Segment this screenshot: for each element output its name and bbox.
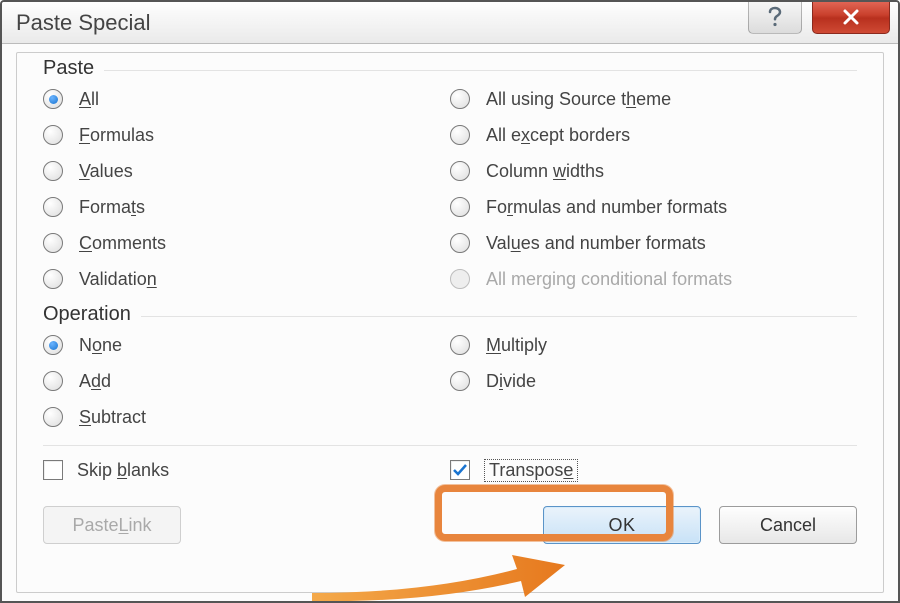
radio-label: All except borders — [486, 125, 630, 146]
radio-label: Comments — [79, 233, 166, 254]
radio-icon — [450, 335, 470, 355]
radio-icon — [43, 269, 63, 289]
radio-icon — [450, 233, 470, 253]
paste-group: Paste All Formulas Values Formats Comments Va… — [43, 59, 857, 297]
radio-label: Subtract — [79, 407, 146, 428]
dialog-window: Paste Special Paste All Formulas Values For… — [0, 0, 900, 603]
radio-icon — [43, 125, 63, 145]
paste-link-button: Paste Link — [43, 506, 181, 544]
paste-radio[interactable]: Column widths — [450, 153, 857, 189]
radio-icon — [43, 371, 63, 391]
radio-label: Values — [79, 161, 133, 182]
transpose-checkbox[interactable]: Transpose — [450, 452, 857, 488]
paste-radio[interactable]: Values — [43, 153, 450, 189]
radio-label: Formats — [79, 197, 145, 218]
paste-radio[interactable]: All using Source theme — [450, 81, 857, 117]
radio-icon — [43, 233, 63, 253]
titlebar-buttons — [748, 0, 898, 34]
radio-icon — [450, 197, 470, 217]
checkbox-icon — [450, 460, 470, 480]
operation-radio[interactable]: None — [43, 327, 450, 363]
radio-icon — [43, 335, 63, 355]
radio-icon — [43, 89, 63, 109]
radio-icon — [450, 269, 470, 289]
operation-group-label: Operation — [43, 303, 141, 326]
radio-label: None — [79, 335, 122, 356]
close-button[interactable] — [812, 0, 890, 34]
paste-group-label: Paste — [43, 57, 104, 80]
help-button[interactable] — [748, 0, 802, 34]
transpose-label: Transpose — [484, 459, 578, 482]
paste-radio: All merging conditional formats — [450, 261, 857, 297]
radio-icon — [43, 161, 63, 181]
operation-radio[interactable]: Subtract — [43, 399, 450, 435]
paste-radio[interactable]: Comments — [43, 225, 450, 261]
radio-label: Formulas — [79, 125, 154, 146]
radio-label: Column widths — [486, 161, 604, 182]
paste-radio[interactable]: Values and number formats — [450, 225, 857, 261]
paste-radio[interactable]: Formats — [43, 189, 450, 225]
operation-group: Operation None Add Subtract Multiply Divide — [43, 305, 857, 435]
radio-icon — [450, 161, 470, 181]
checkbox-icon — [43, 460, 63, 480]
operation-radio[interactable]: Add — [43, 363, 450, 399]
radio-label: Values and number formats — [486, 233, 706, 254]
paste-radio[interactable]: Formulas — [43, 117, 450, 153]
radio-label: Divide — [486, 371, 536, 392]
radio-label: Multiply — [486, 335, 547, 356]
paste-radio[interactable]: Validation — [43, 261, 450, 297]
dialog-content: Paste All Formulas Values Formats Comments Va… — [16, 52, 884, 593]
operation-radio[interactable]: Divide — [450, 363, 857, 399]
window-title: Paste Special — [16, 10, 151, 36]
radio-label: Formulas and number formats — [486, 197, 727, 218]
annotation-arrow — [307, 545, 567, 603]
options-row: Skip blanks Transpose — [43, 452, 857, 488]
radio-icon — [43, 407, 63, 427]
skip-blanks-label: Skip blanks — [77, 460, 169, 481]
cancel-button[interactable]: Cancel — [719, 506, 857, 544]
radio-icon — [450, 125, 470, 145]
radio-label: All — [79, 89, 99, 110]
radio-icon — [450, 371, 470, 391]
help-icon — [766, 6, 784, 28]
paste-radio[interactable]: All — [43, 81, 450, 117]
radio-label: Add — [79, 371, 111, 392]
skip-blanks-checkbox[interactable]: Skip blanks — [43, 452, 450, 488]
annotation-highlight — [435, 485, 673, 541]
paste-radio[interactable]: Formulas and number formats — [450, 189, 857, 225]
titlebar: Paste Special — [2, 2, 898, 44]
operation-radio[interactable]: Multiply — [450, 327, 857, 363]
close-icon — [840, 7, 862, 27]
radio-label: Validation — [79, 269, 157, 290]
paste-radio[interactable]: All except borders — [450, 117, 857, 153]
radio-icon — [43, 197, 63, 217]
radio-label: All using Source theme — [486, 89, 671, 110]
radio-label: All merging conditional formats — [486, 269, 732, 290]
radio-icon — [450, 89, 470, 109]
